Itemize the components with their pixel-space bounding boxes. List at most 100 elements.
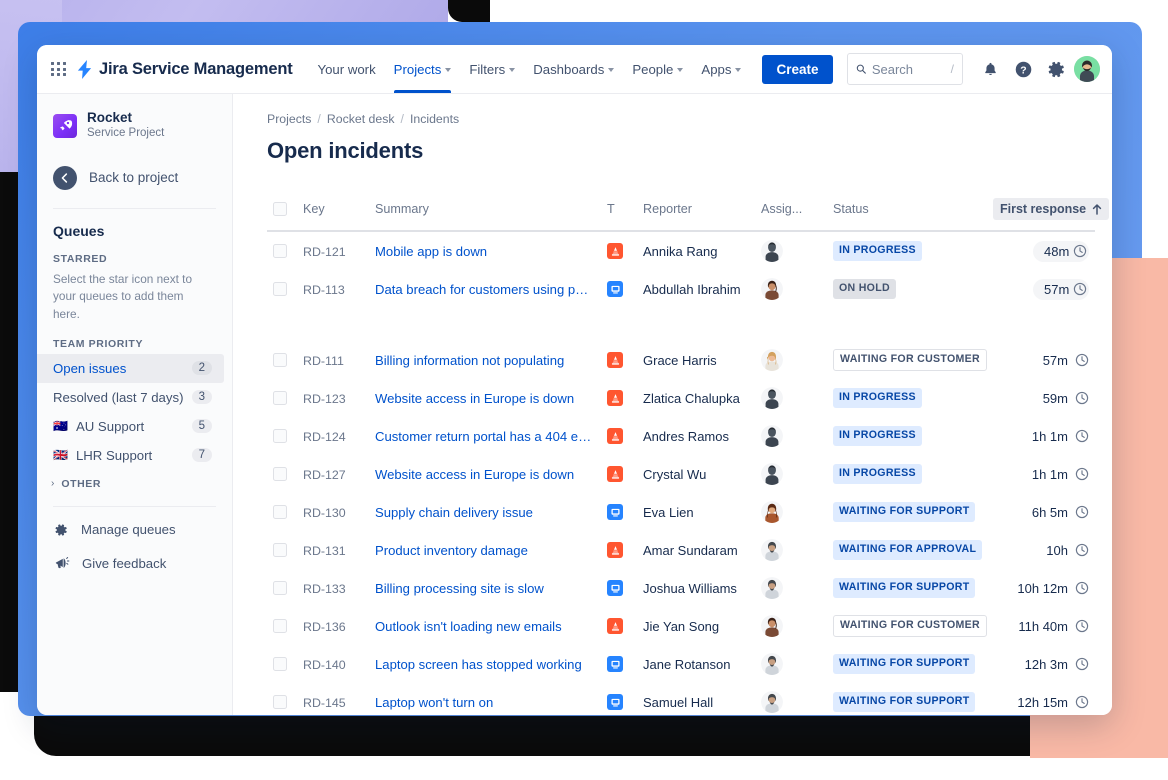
grid-menu-icon[interactable] bbox=[47, 53, 70, 85]
search-input[interactable] bbox=[871, 61, 945, 77]
issue-summary-link[interactable]: Outlook isn't loading new emails bbox=[375, 619, 595, 634]
issue-summary-link[interactable]: Supply chain delivery issue bbox=[375, 505, 595, 520]
status-badge[interactable]: WAITING FOR CUSTOMER bbox=[833, 615, 987, 637]
issue-assignee-cell bbox=[755, 379, 827, 417]
issue-summary-link[interactable]: Product inventory damage bbox=[375, 543, 595, 558]
assignee-avatar[interactable] bbox=[761, 387, 783, 409]
col-key[interactable]: Key bbox=[297, 190, 369, 232]
assignee-avatar[interactable] bbox=[761, 501, 783, 523]
status-badge[interactable]: WAITING FOR SUPPORT bbox=[833, 654, 976, 674]
table-row[interactable]: RD-124 Customer return portal has a 404 e… bbox=[267, 417, 1095, 455]
status-badge[interactable]: IN PROGRESS bbox=[833, 426, 922, 446]
issue-summary-link[interactable]: Mobile app is down bbox=[375, 244, 595, 259]
assignee-avatar[interactable] bbox=[761, 539, 783, 561]
user-avatar[interactable] bbox=[1074, 56, 1100, 82]
table-row[interactable]: RD-121 Mobile app is down Annika Rang IN PR… bbox=[267, 231, 1095, 270]
issue-summary-link[interactable]: Data breach for customers using paypal bbox=[375, 282, 595, 297]
row-checkbox[interactable] bbox=[273, 467, 287, 481]
breadcrumb-incidents[interactable]: Incidents bbox=[410, 112, 459, 126]
table-row[interactable]: RD-113 Data breach for customers using pa… bbox=[267, 270, 1095, 308]
table-row[interactable]: RD-123 Website access in Europe is down Zl… bbox=[267, 379, 1095, 417]
row-checkbox[interactable] bbox=[273, 353, 287, 367]
assignee-avatar[interactable] bbox=[761, 653, 783, 675]
notifications-bell-icon[interactable] bbox=[975, 54, 1005, 84]
issue-summary-link[interactable]: Customer return portal has a 404 error bbox=[375, 429, 595, 444]
row-checkbox[interactable] bbox=[273, 282, 287, 296]
issue-summary-link[interactable]: Laptop screen has stopped working bbox=[375, 657, 595, 672]
issue-summary-link[interactable]: Billing information not populating bbox=[375, 353, 595, 368]
brand-logo[interactable]: Jira Service Management bbox=[76, 60, 293, 79]
nav-item-projects[interactable]: Projects bbox=[385, 45, 461, 93]
col-assignee[interactable]: Assig... bbox=[755, 190, 827, 232]
sidebar-manage-queues[interactable]: Manage queues bbox=[37, 513, 232, 547]
row-checkbox[interactable] bbox=[273, 391, 287, 405]
nav-item-people[interactable]: People bbox=[623, 45, 692, 93]
settings-gear-icon[interactable] bbox=[1041, 54, 1071, 84]
first-response-sort-pill[interactable]: First response bbox=[993, 198, 1110, 220]
help-question-icon[interactable]: ? bbox=[1008, 54, 1038, 84]
assignee-avatar[interactable] bbox=[761, 240, 783, 262]
assignee-avatar[interactable] bbox=[761, 615, 783, 637]
status-badge[interactable]: WAITING FOR CUSTOMER bbox=[833, 349, 987, 371]
sidebar-queue-resolved[interactable]: Resolved (last 7 days) 3 bbox=[37, 383, 224, 412]
issue-summary-link[interactable]: Billing processing site is slow bbox=[375, 581, 595, 596]
sidebar-queue-lhr-support[interactable]: 🇬🇧 LHR Support 7 bbox=[37, 441, 224, 470]
project-header[interactable]: Rocket Service Project bbox=[37, 108, 232, 142]
assignee-avatar[interactable] bbox=[761, 278, 783, 300]
row-checkbox[interactable] bbox=[273, 543, 287, 557]
nav-item-dashboards[interactable]: Dashboards bbox=[524, 45, 623, 93]
table-row[interactable]: RD-133 Billing processing site is slow Jos… bbox=[267, 569, 1095, 607]
sidebar-other-section-toggle[interactable]: › OTHER bbox=[37, 470, 232, 498]
back-to-project-button[interactable]: Back to project bbox=[37, 156, 232, 200]
nav-item-apps[interactable]: Apps bbox=[692, 45, 750, 93]
select-all-checkbox[interactable] bbox=[273, 202, 287, 216]
table-row[interactable]: RD-130 Supply chain delivery issue Eva Lie… bbox=[267, 493, 1095, 531]
assignee-avatar[interactable] bbox=[761, 463, 783, 485]
col-reporter[interactable]: Reporter bbox=[637, 190, 755, 232]
status-badge[interactable]: IN PROGRESS bbox=[833, 241, 922, 261]
table-row[interactable]: RD-111 Billing information not populating… bbox=[267, 341, 1095, 379]
status-badge[interactable]: IN PROGRESS bbox=[833, 464, 922, 484]
row-checkbox[interactable] bbox=[273, 429, 287, 443]
row-checkbox[interactable] bbox=[273, 657, 287, 671]
row-checkbox[interactable] bbox=[273, 581, 287, 595]
status-badge[interactable]: WAITING FOR SUPPORT bbox=[833, 692, 976, 712]
first-response-value: 59m bbox=[1043, 391, 1089, 406]
issue-summary-link[interactable]: Laptop won't turn on bbox=[375, 695, 595, 710]
issue-summary-link[interactable]: Website access in Europe is down bbox=[375, 391, 595, 406]
col-first-response[interactable]: First response bbox=[987, 190, 1110, 232]
status-badge[interactable]: WAITING FOR SUPPORT bbox=[833, 502, 976, 522]
row-checkbox[interactable] bbox=[273, 505, 287, 519]
status-badge[interactable]: ON HOLD bbox=[833, 279, 896, 299]
row-checkbox[interactable] bbox=[273, 619, 287, 633]
search-box[interactable]: / bbox=[846, 53, 963, 85]
issue-summary-link[interactable]: Website access in Europe is down bbox=[375, 467, 595, 482]
table-row[interactable]: RD-131 Product inventory damage Amar Sunda… bbox=[267, 531, 1095, 569]
status-badge[interactable]: WAITING FOR APPROVAL bbox=[833, 540, 983, 560]
row-checkbox[interactable] bbox=[273, 695, 287, 709]
sidebar-queue-au-support[interactable]: 🇦🇺 AU Support 5 bbox=[37, 412, 224, 441]
assignee-avatar[interactable] bbox=[761, 425, 783, 447]
nav-item-filters[interactable]: Filters bbox=[460, 45, 524, 93]
col-summary[interactable]: Summary bbox=[369, 190, 601, 232]
sidebar-give-feedback[interactable]: Give feedback bbox=[37, 547, 232, 581]
row-checkbox[interactable] bbox=[273, 244, 287, 258]
issue-key-cell: RD-140 bbox=[297, 645, 369, 683]
breadcrumb-projects[interactable]: Projects bbox=[267, 112, 311, 126]
sidebar-queue-open-issues[interactable]: Open issues 2 bbox=[37, 353, 224, 383]
assignee-avatar[interactable] bbox=[761, 349, 783, 371]
breadcrumb-rocket-desk[interactable]: Rocket desk bbox=[327, 112, 395, 126]
table-row[interactable]: RD-136 Outlook isn't loading new emails Ji… bbox=[267, 607, 1095, 645]
assignee-avatar[interactable] bbox=[761, 577, 783, 599]
col-status[interactable]: Status bbox=[827, 190, 987, 232]
col-type[interactable]: T bbox=[601, 190, 637, 232]
table-row[interactable]: RD-140 Laptop screen has stopped working J… bbox=[267, 645, 1095, 683]
assignee-avatar[interactable] bbox=[761, 691, 783, 713]
create-button[interactable]: Create bbox=[762, 54, 833, 84]
status-badge[interactable]: IN PROGRESS bbox=[833, 388, 922, 408]
incident-type-icon bbox=[607, 618, 623, 634]
status-badge[interactable]: WAITING FOR SUPPORT bbox=[833, 578, 976, 598]
nav-item-your-work[interactable]: Your work bbox=[309, 45, 385, 93]
table-row[interactable]: RD-145 Laptop won't turn on Samuel Hall WAI… bbox=[267, 683, 1095, 715]
table-row[interactable]: RD-127 Website access in Europe is down Cr… bbox=[267, 455, 1095, 493]
